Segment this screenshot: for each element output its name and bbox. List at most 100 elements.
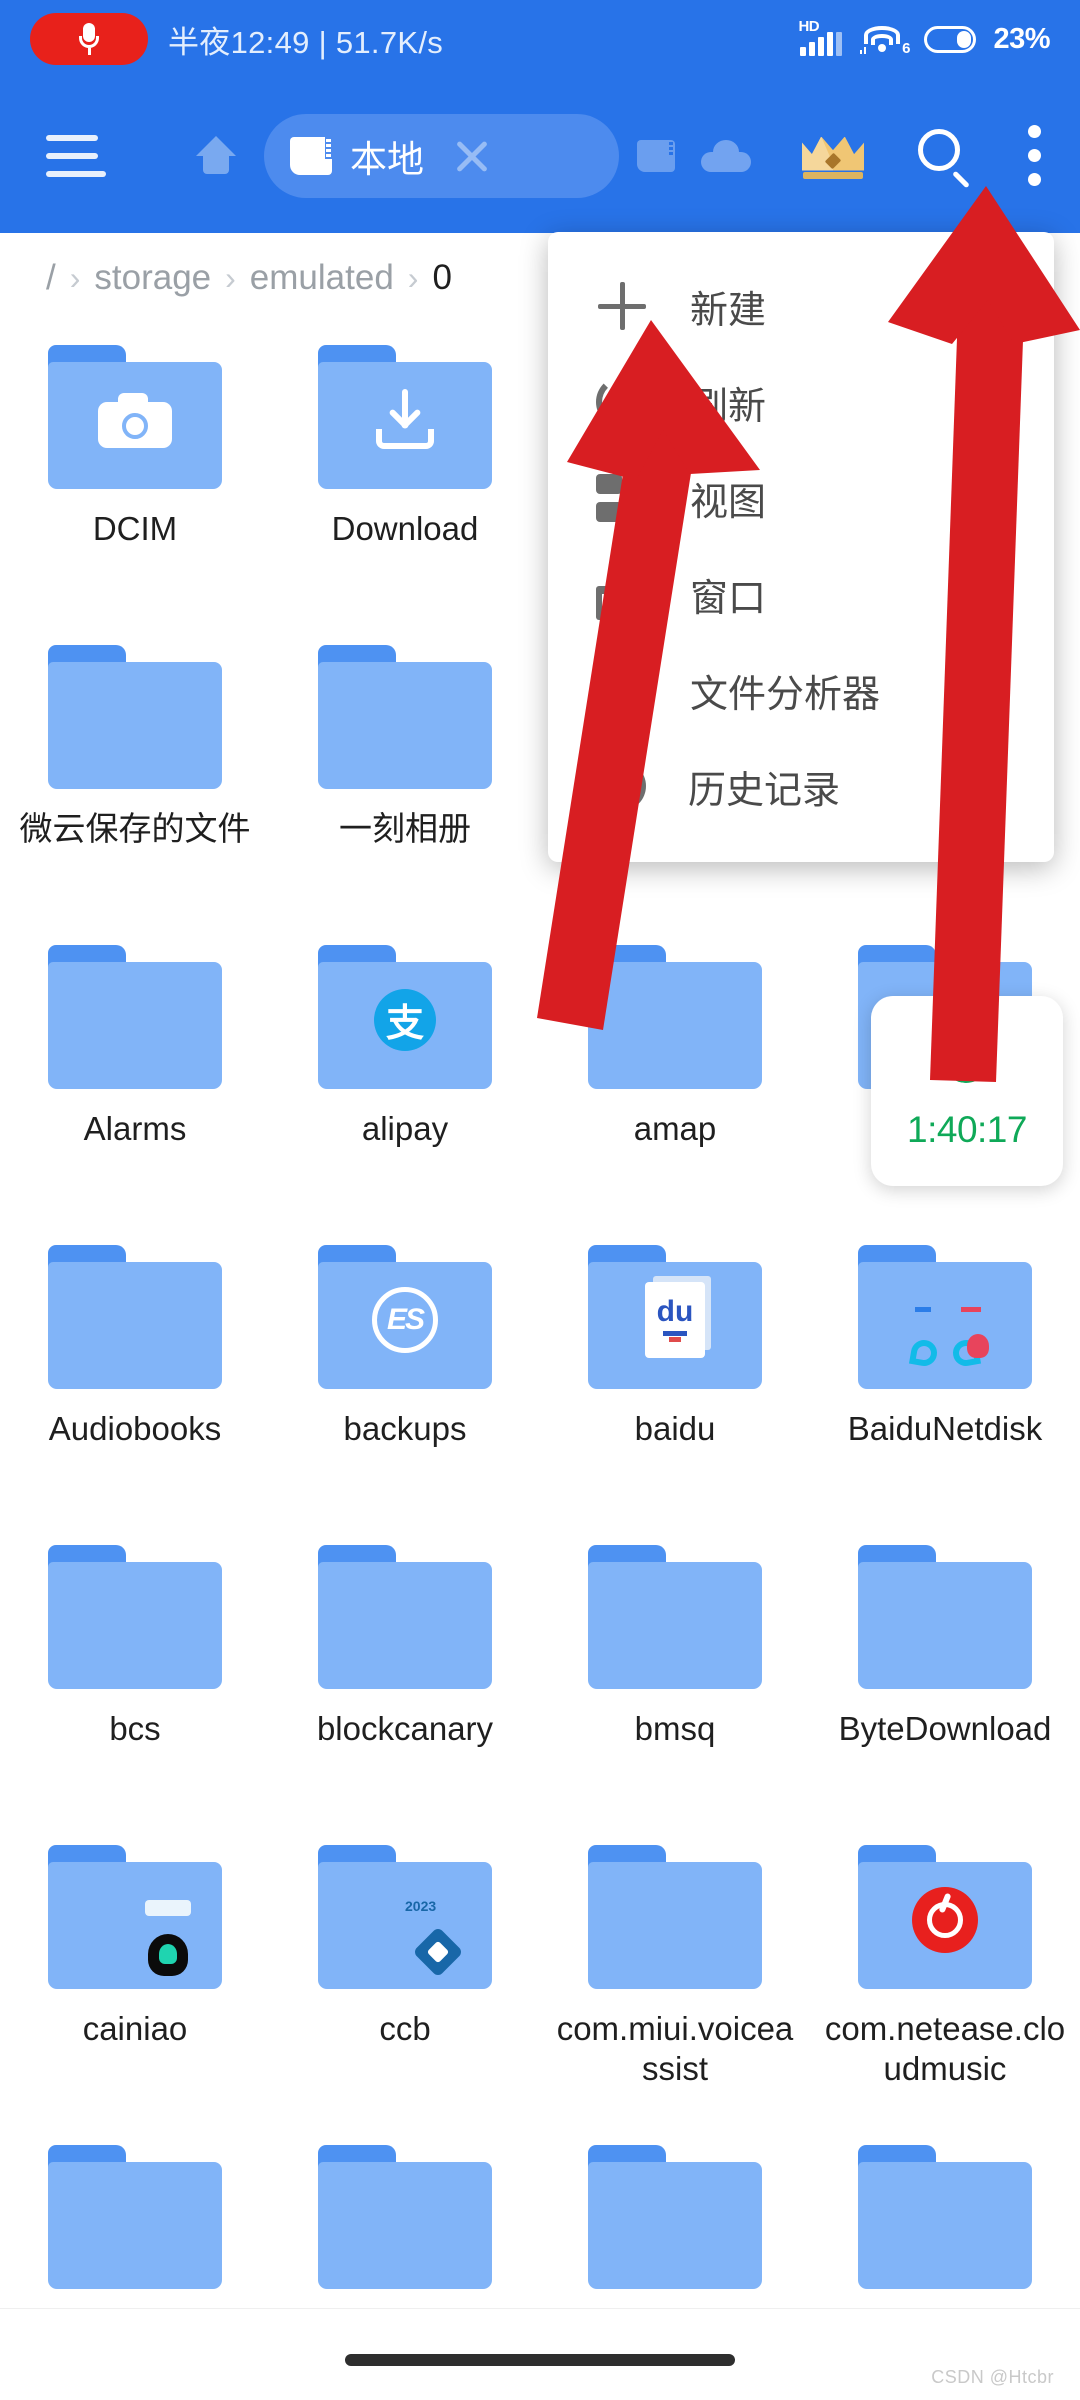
folder-icon bbox=[858, 2145, 1032, 2289]
file-item[interactable]: Alarms bbox=[0, 923, 270, 1223]
alipay-icon: 支 bbox=[374, 988, 436, 1051]
file-item[interactable]: amap bbox=[540, 923, 810, 1223]
menu-item-history[interactable]: 历史记录 bbox=[548, 738, 1054, 834]
folder-icon bbox=[588, 1845, 762, 1989]
tab-local-storage[interactable]: 本地 bbox=[264, 113, 619, 198]
file-item[interactable]: ES backups bbox=[270, 1223, 540, 1523]
menu-item-label: 新建 bbox=[690, 289, 767, 332]
breadcrumb-item-root[interactable]: / bbox=[46, 258, 56, 298]
microphone-icon bbox=[79, 23, 99, 55]
view-grid-icon bbox=[596, 472, 648, 524]
home-icon[interactable] bbox=[192, 134, 240, 178]
file-item[interactable]: 2023 ccb bbox=[270, 1823, 540, 2123]
chevron-right-icon: › bbox=[225, 259, 236, 296]
file-name: baidu bbox=[634, 1410, 716, 1447]
tab-label: 本地 bbox=[350, 138, 424, 180]
pie-chart-icon bbox=[596, 664, 648, 716]
folder-icon bbox=[318, 1545, 492, 1689]
menu-item-refresh[interactable]: 刷新 bbox=[548, 354, 1054, 450]
cellular-signal-icon: HD bbox=[798, 18, 844, 56]
breadcrumb-item-storage[interactable]: storage bbox=[94, 258, 211, 298]
clock-icon bbox=[596, 761, 646, 811]
hamburger-icon[interactable] bbox=[46, 128, 116, 184]
folder-icon bbox=[858, 1245, 1032, 1389]
menu-item-file-analyzer[interactable]: 文件分析器 bbox=[548, 642, 1054, 738]
refresh-icon bbox=[596, 376, 648, 428]
folder-icon: 2023 bbox=[318, 1845, 492, 1989]
folder-icon bbox=[318, 645, 492, 789]
folder-icon bbox=[318, 345, 492, 489]
file-item[interactable]: blockcanary bbox=[270, 1523, 540, 1823]
file-name: com.netease.cloudmusic bbox=[824, 2010, 1066, 2088]
close-icon[interactable] bbox=[450, 134, 494, 178]
wifi-generation-label: 6 bbox=[902, 40, 911, 57]
file-item[interactable]: 微云保存的文件 bbox=[0, 623, 270, 923]
watermark: CSDN @Htcbr bbox=[931, 2367, 1054, 2387]
status-bar: 半夜12:49 | 51.7K/s HD 6 23% bbox=[0, 0, 1080, 78]
file-name: 一刻相册 bbox=[339, 810, 471, 847]
menu-item-label: 视图 bbox=[690, 481, 767, 524]
gesture-handle[interactable] bbox=[345, 2354, 735, 2366]
breadcrumb-item-emulated[interactable]: emulated bbox=[250, 258, 394, 298]
file-name: alipay bbox=[361, 1110, 449, 1147]
menu-item-new[interactable]: 新建 bbox=[548, 258, 1054, 354]
file-name: com.miui.voiceassist bbox=[556, 2010, 794, 2088]
file-item[interactable]: Download bbox=[270, 323, 540, 623]
folder-icon: du bbox=[588, 1245, 762, 1389]
es-file-explorer-icon: ES bbox=[372, 1286, 438, 1353]
file-name: blockcanary bbox=[316, 1710, 494, 1747]
file-item[interactable]: com.miui.voiceassist bbox=[540, 1823, 810, 2123]
file-item[interactable]: du baidu bbox=[540, 1223, 810, 1523]
folder-icon bbox=[48, 645, 222, 789]
status-time-speed: 半夜12:49 | 51.7K/s bbox=[168, 24, 444, 60]
menu-item-window[interactable]: 窗口 bbox=[548, 546, 1054, 642]
file-item[interactable]: DCIM bbox=[0, 323, 270, 623]
file-item[interactable]: bmsq bbox=[540, 1523, 810, 1823]
file-name: Alarms bbox=[83, 1110, 187, 1147]
window-icon bbox=[596, 568, 648, 620]
file-item[interactable]: com.netease.cloudmusic bbox=[810, 1823, 1080, 2123]
file-item[interactable]: 一刻相册 bbox=[270, 623, 540, 923]
menu-item-label: 文件分析器 bbox=[690, 673, 881, 716]
sdcard-icon-secondary[interactable] bbox=[637, 139, 675, 172]
crown-icon[interactable] bbox=[802, 131, 864, 181]
file-name: Audiobooks bbox=[48, 1410, 222, 1447]
file-name: Download bbox=[331, 510, 479, 547]
battery-icon bbox=[924, 25, 977, 53]
menu-item-view[interactable]: 视图 bbox=[548, 450, 1054, 546]
bottom-nav-bar bbox=[0, 2308, 1080, 2400]
folder-icon bbox=[48, 2145, 222, 2289]
cloud-icon[interactable] bbox=[701, 139, 751, 172]
status-icons: HD 6 23% bbox=[798, 18, 1050, 57]
search-icon[interactable] bbox=[916, 127, 974, 188]
menu-item-label: 历史记录 bbox=[688, 769, 841, 812]
folder-icon bbox=[858, 1845, 1032, 1989]
phone-screen: 半夜12:49 | 51.7K/s HD 6 23% 本地 / › storag… bbox=[0, 0, 1080, 2400]
folder-icon bbox=[858, 1545, 1032, 1689]
sdcard-icon bbox=[290, 136, 332, 175]
file-item[interactable]: ByteDownload bbox=[810, 1523, 1080, 1823]
chevron-right-icon: › bbox=[407, 259, 419, 296]
call-duration-widget[interactable]: 1:40:17 bbox=[871, 996, 1063, 1186]
file-item[interactable]: 支 alipay bbox=[270, 923, 540, 1223]
microphone-recording-indicator[interactable] bbox=[30, 13, 148, 65]
folder-icon bbox=[318, 2145, 492, 2289]
folder-icon bbox=[588, 1545, 762, 1689]
three-dots-icon[interactable] bbox=[1028, 125, 1044, 186]
baidu-icon: du bbox=[645, 1281, 705, 1358]
file-name: DCIM bbox=[92, 510, 178, 547]
breadcrumb-item-current[interactable]: 0 bbox=[432, 258, 451, 298]
menu-item-label: 窗口 bbox=[690, 577, 767, 620]
wifi-icon: 6 bbox=[860, 22, 911, 57]
file-item[interactable]: BaiduNetdisk bbox=[810, 1223, 1080, 1523]
file-name: 微云保存的文件 bbox=[19, 810, 251, 847]
file-name: backups bbox=[343, 1410, 467, 1447]
plus-icon bbox=[596, 280, 648, 332]
file-item[interactable]: bcs bbox=[0, 1523, 270, 1823]
file-item[interactable]: Audiobooks bbox=[0, 1223, 270, 1523]
overflow-menu: 新建 刷新 视图 窗口 文件分析器 历史记录 bbox=[548, 232, 1054, 862]
folder-icon bbox=[588, 945, 762, 1089]
file-name: ccb bbox=[379, 2010, 431, 2047]
file-item[interactable]: cainiao bbox=[0, 1823, 270, 2123]
file-name: amap bbox=[633, 1110, 717, 1147]
